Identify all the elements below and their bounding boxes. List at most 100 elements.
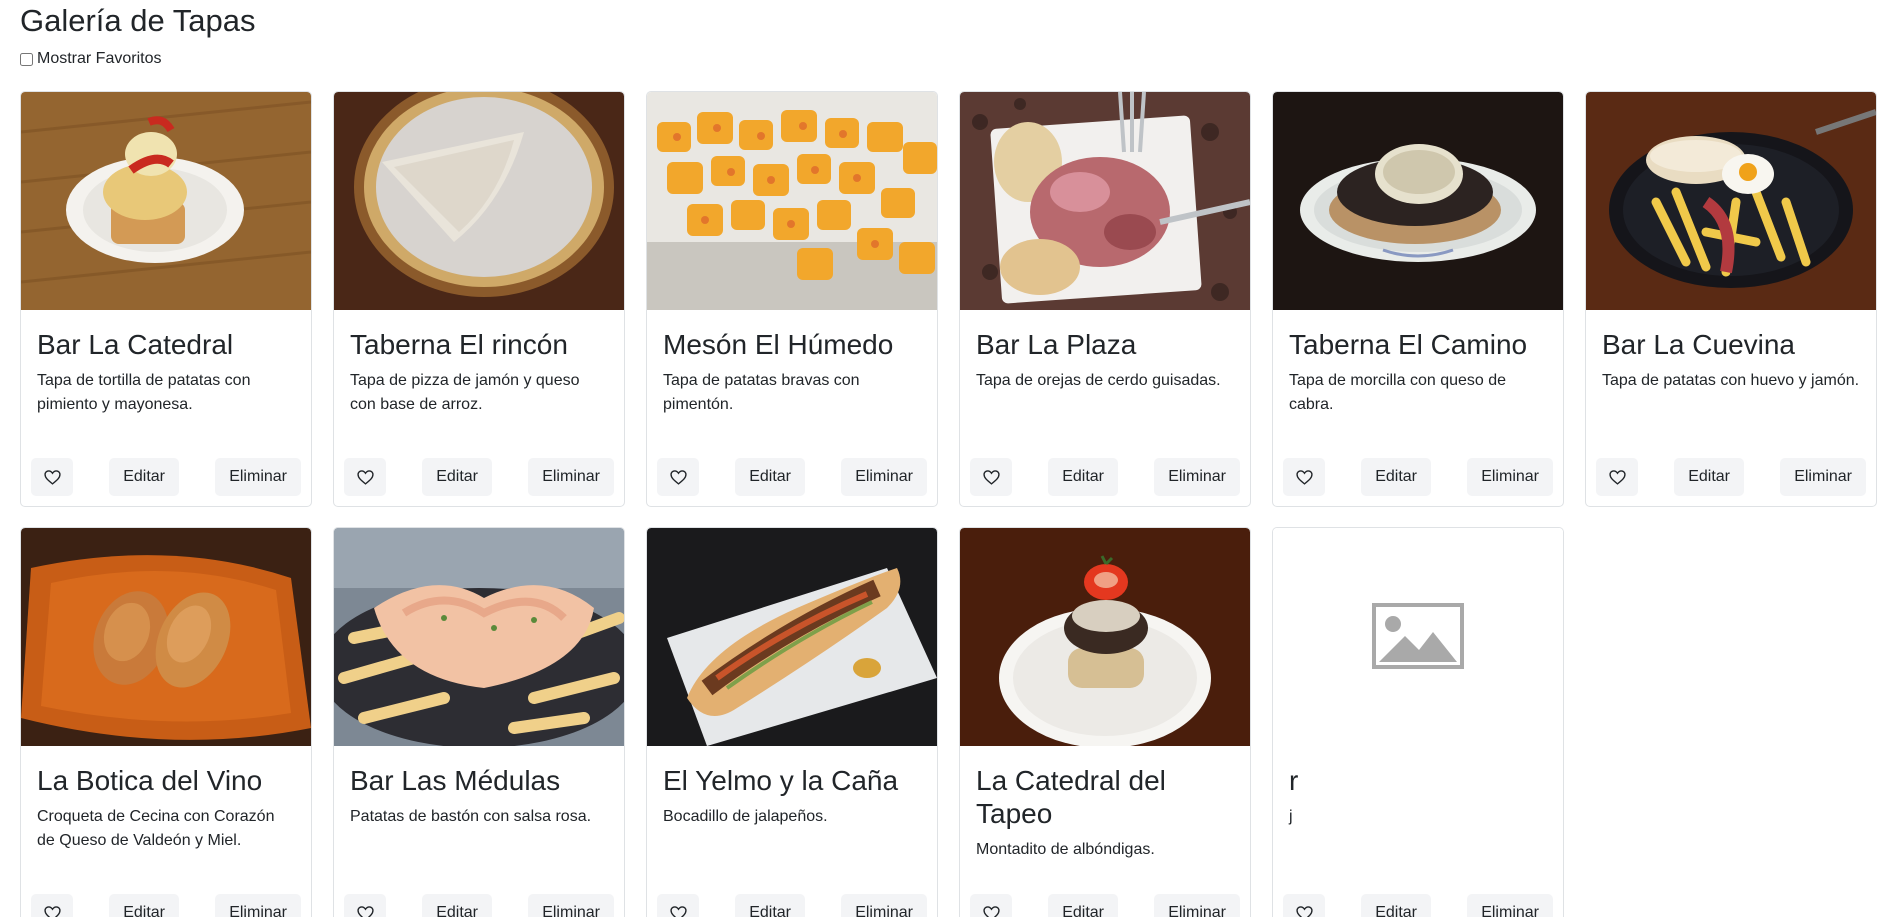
heart-outline-icon	[43, 905, 61, 917]
card-image	[21, 528, 311, 746]
card-image	[1273, 528, 1563, 746]
card-description: Montadito de albóndigas.	[976, 841, 1155, 858]
heart-outline-icon	[43, 469, 61, 485]
favorite-button[interactable]	[31, 894, 73, 917]
card-image	[647, 92, 937, 310]
page-title: Galería de Tapas	[20, 3, 256, 38]
card-actions: Editar Eliminar	[1283, 894, 1553, 917]
card-description: j	[1289, 808, 1293, 825]
card-image	[1586, 92, 1876, 310]
edit-button[interactable]: Editar	[1048, 458, 1118, 496]
tapa-card: El Yelmo y la Caña Bocadillo de jalapeño…	[646, 527, 938, 917]
delete-button[interactable]: Eliminar	[528, 894, 614, 917]
card-description: Tapa de patatas bravas con pimentón.	[663, 372, 860, 413]
favorites-filter-label: Mostrar Favoritos	[37, 50, 162, 67]
card-title: Mesón El Húmedo	[663, 329, 894, 360]
card-actions: Editar Eliminar	[31, 894, 301, 917]
card-description: Patatas de bastón con salsa rosa.	[350, 808, 592, 825]
favorite-button[interactable]	[1596, 458, 1638, 496]
tapa-card: Taberna El Camino Tapa de morcilla con q…	[1272, 91, 1564, 507]
image-placeholder-icon	[1273, 528, 1563, 746]
tapa-card: Mesón El Húmedo Tapa de patatas bravas c…	[646, 91, 938, 507]
tapa-card: Bar La Plaza Tapa de orejas de cerdo gui…	[959, 91, 1251, 507]
heart-outline-icon	[356, 469, 374, 485]
heart-outline-icon	[669, 469, 687, 485]
card-title: Bar Las Médulas	[350, 765, 561, 796]
card-description: Tapa de pizza de jamón y queso con base …	[350, 372, 580, 413]
card-title: La Catedral del Tapeo	[976, 765, 1166, 829]
card-description: Bocadillo de jalapeños.	[663, 808, 828, 825]
card-image	[960, 92, 1250, 310]
heart-outline-icon	[1608, 469, 1626, 485]
card-image	[960, 528, 1250, 746]
card-title: r	[1289, 765, 1299, 796]
card-actions: Editar Eliminar	[657, 894, 927, 917]
card-title: La Botica del Vino	[37, 765, 263, 796]
card-actions: Editar Eliminar	[344, 458, 614, 496]
edit-button[interactable]: Editar	[1048, 894, 1118, 917]
tapa-card: Bar La Catedral Tapa de tortilla de pata…	[20, 91, 312, 507]
card-title: Bar La Cuevina	[1602, 329, 1796, 360]
card-image	[1273, 92, 1563, 310]
card-image	[334, 528, 624, 746]
delete-button[interactable]: Eliminar	[1154, 458, 1240, 496]
edit-button[interactable]: Editar	[735, 894, 805, 917]
card-title: Taberna El rincón	[350, 329, 568, 360]
page: Galería de Tapas Mostrar Favoritos Bar L…	[0, 0, 1881, 917]
delete-button[interactable]: Eliminar	[1467, 458, 1553, 496]
card-title: El Yelmo y la Caña	[663, 765, 899, 796]
edit-button[interactable]: Editar	[422, 458, 492, 496]
edit-button[interactable]: Editar	[1361, 458, 1431, 496]
card-title: Taberna El Camino	[1289, 329, 1528, 360]
delete-button[interactable]: Eliminar	[1467, 894, 1553, 917]
card-description: Tapa de patatas con huevo y jamón.	[1602, 372, 1860, 389]
favorite-button[interactable]	[970, 894, 1012, 917]
card-description: Tapa de orejas de cerdo guisadas.	[976, 372, 1221, 389]
favorite-button[interactable]	[657, 894, 699, 917]
card-description: Croqueta de Cecina con Corazón de Queso …	[37, 808, 275, 849]
card-image	[21, 92, 311, 310]
favorite-button[interactable]	[344, 458, 386, 496]
card-actions: Editar Eliminar	[1283, 458, 1553, 496]
favorites-filter-checkbox[interactable]	[20, 52, 33, 66]
heart-outline-icon	[1295, 469, 1313, 485]
favorite-button[interactable]	[344, 894, 386, 917]
card-actions: Editar Eliminar	[970, 894, 1240, 917]
delete-button[interactable]: Eliminar	[215, 458, 301, 496]
tapas-grid: Bar La Catedral Tapa de tortilla de pata…	[20, 91, 1877, 917]
heart-outline-icon	[1295, 905, 1313, 917]
tapa-card: Bar La Cuevina Tapa de patatas con huevo…	[1585, 91, 1877, 507]
card-actions: Editar Eliminar	[344, 894, 614, 917]
edit-button[interactable]: Editar	[1674, 458, 1744, 496]
edit-button[interactable]: Editar	[735, 458, 805, 496]
favorite-button[interactable]	[970, 458, 1012, 496]
heart-outline-icon	[982, 469, 1000, 485]
tapa-card: La Catedral del Tapeo Montadito de albón…	[959, 527, 1251, 917]
tapa-card: Bar Las Médulas Patatas de bastón con sa…	[333, 527, 625, 917]
delete-button[interactable]: Eliminar	[1780, 458, 1866, 496]
card-description: Tapa de tortilla de patatas con pimiento…	[37, 372, 251, 413]
delete-button[interactable]: Eliminar	[841, 894, 927, 917]
favorite-button[interactable]	[657, 458, 699, 496]
favorites-filter[interactable]: Mostrar Favoritos	[20, 48, 161, 70]
card-actions: Editar Eliminar	[657, 458, 927, 496]
card-image	[334, 92, 624, 310]
tapa-card: r j Editar Eliminar	[1272, 527, 1564, 917]
favorite-button[interactable]	[31, 458, 73, 496]
card-actions: Editar Eliminar	[970, 458, 1240, 496]
card-image	[647, 528, 937, 746]
favorite-button[interactable]	[1283, 894, 1325, 917]
favorite-button[interactable]	[1283, 458, 1325, 496]
tapa-card: Taberna El rincón Tapa de pizza de jamón…	[333, 91, 625, 507]
edit-button[interactable]: Editar	[422, 894, 492, 917]
card-actions: Editar Eliminar	[1596, 458, 1866, 496]
heart-outline-icon	[982, 905, 1000, 917]
edit-button[interactable]: Editar	[109, 894, 179, 917]
edit-button[interactable]: Editar	[1361, 894, 1431, 917]
delete-button[interactable]: Eliminar	[528, 458, 614, 496]
delete-button[interactable]: Eliminar	[841, 458, 927, 496]
delete-button[interactable]: Eliminar	[1154, 894, 1240, 917]
edit-button[interactable]: Editar	[109, 458, 179, 496]
card-title: Bar La Plaza	[976, 329, 1137, 360]
delete-button[interactable]: Eliminar	[215, 894, 301, 917]
